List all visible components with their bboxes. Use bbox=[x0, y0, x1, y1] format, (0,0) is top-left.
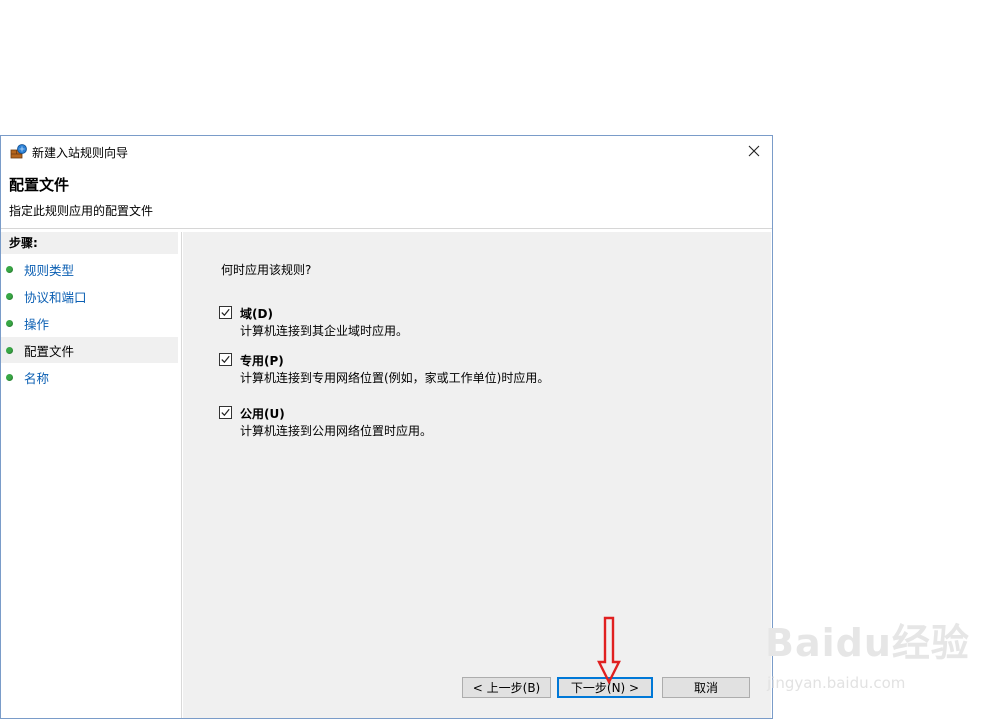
public-checkbox[interactable] bbox=[219, 406, 232, 419]
green-dot-icon bbox=[6, 319, 13, 327]
header-divider bbox=[1, 228, 772, 229]
step-name[interactable]: 名称 bbox=[1, 364, 178, 390]
green-dot-icon bbox=[6, 265, 13, 273]
step-profile: 配置文件 bbox=[1, 337, 178, 363]
panel-divider bbox=[181, 232, 182, 718]
private-description: 计算机连接到专用网络位置(例如，家或工作单位)时应用。 bbox=[240, 371, 550, 385]
step-label[interactable]: 规则类型 bbox=[24, 260, 74, 279]
title-bar: 新建入站规则向导 bbox=[1, 136, 772, 166]
watermark-url: jingyan.baidu.com bbox=[767, 674, 906, 692]
check-icon bbox=[221, 408, 230, 417]
back-button[interactable]: < 上一步(B) bbox=[462, 677, 551, 698]
close-icon bbox=[748, 145, 760, 157]
private-label[interactable]: 专用(P) bbox=[240, 352, 284, 369]
window-title: 新建入站规则向导 bbox=[32, 146, 129, 160]
steps-title: 步骤: bbox=[1, 232, 178, 254]
private-checkbox[interactable] bbox=[219, 353, 232, 366]
green-dot-icon bbox=[6, 346, 13, 354]
check-icon bbox=[221, 355, 230, 364]
green-dot-icon bbox=[6, 373, 13, 381]
public-description: 计算机连接到公用网络位置时应用。 bbox=[240, 424, 433, 438]
step-label: 配置文件 bbox=[24, 343, 75, 359]
firewall-wizard-icon bbox=[10, 143, 28, 159]
public-label[interactable]: 公用(U) bbox=[240, 405, 285, 422]
close-button[interactable] bbox=[736, 136, 772, 166]
domain-checkbox[interactable] bbox=[219, 306, 232, 319]
baidu-watermark: Baidu经验 jingyan.baidu.com bbox=[765, 612, 969, 702]
step-protocol-port[interactable]: 协议和端口 bbox=[1, 283, 178, 309]
content-panel: 何时应用该规则? 域(D) 计算机连接到其企业域时应用。 专用(P) 计算机连接… bbox=[183, 232, 771, 718]
red-down-arrow bbox=[597, 616, 621, 684]
cancel-button[interactable]: 取消 bbox=[662, 677, 750, 698]
wizard-window: 新建入站规则向导 配置文件 指定此规则应用的配置文件 步骤: 规则类型 协议和端… bbox=[0, 135, 773, 719]
step-rule-type[interactable]: 规则类型 bbox=[1, 256, 178, 282]
domain-label[interactable]: 域(D) bbox=[240, 305, 273, 322]
page-title: 配置文件 bbox=[9, 176, 70, 194]
page-subtitle: 指定此规则应用的配置文件 bbox=[9, 204, 154, 218]
green-dot-icon bbox=[6, 292, 13, 300]
step-label[interactable]: 协议和端口 bbox=[24, 287, 87, 306]
domain-description: 计算机连接到其企业域时应用。 bbox=[240, 324, 409, 338]
steps-panel: 步骤: 规则类型 协议和端口 操作 配置文件 名称 bbox=[1, 232, 181, 718]
check-icon bbox=[221, 308, 230, 317]
question-text: 何时应用该规则? bbox=[221, 263, 312, 277]
step-label[interactable]: 操作 bbox=[24, 314, 49, 333]
watermark-logo: Baidu经验 bbox=[765, 621, 970, 665]
step-label[interactable]: 名称 bbox=[24, 368, 49, 387]
wizard-header: 配置文件 指定此规则应用的配置文件 bbox=[1, 166, 772, 228]
step-action[interactable]: 操作 bbox=[1, 310, 178, 336]
